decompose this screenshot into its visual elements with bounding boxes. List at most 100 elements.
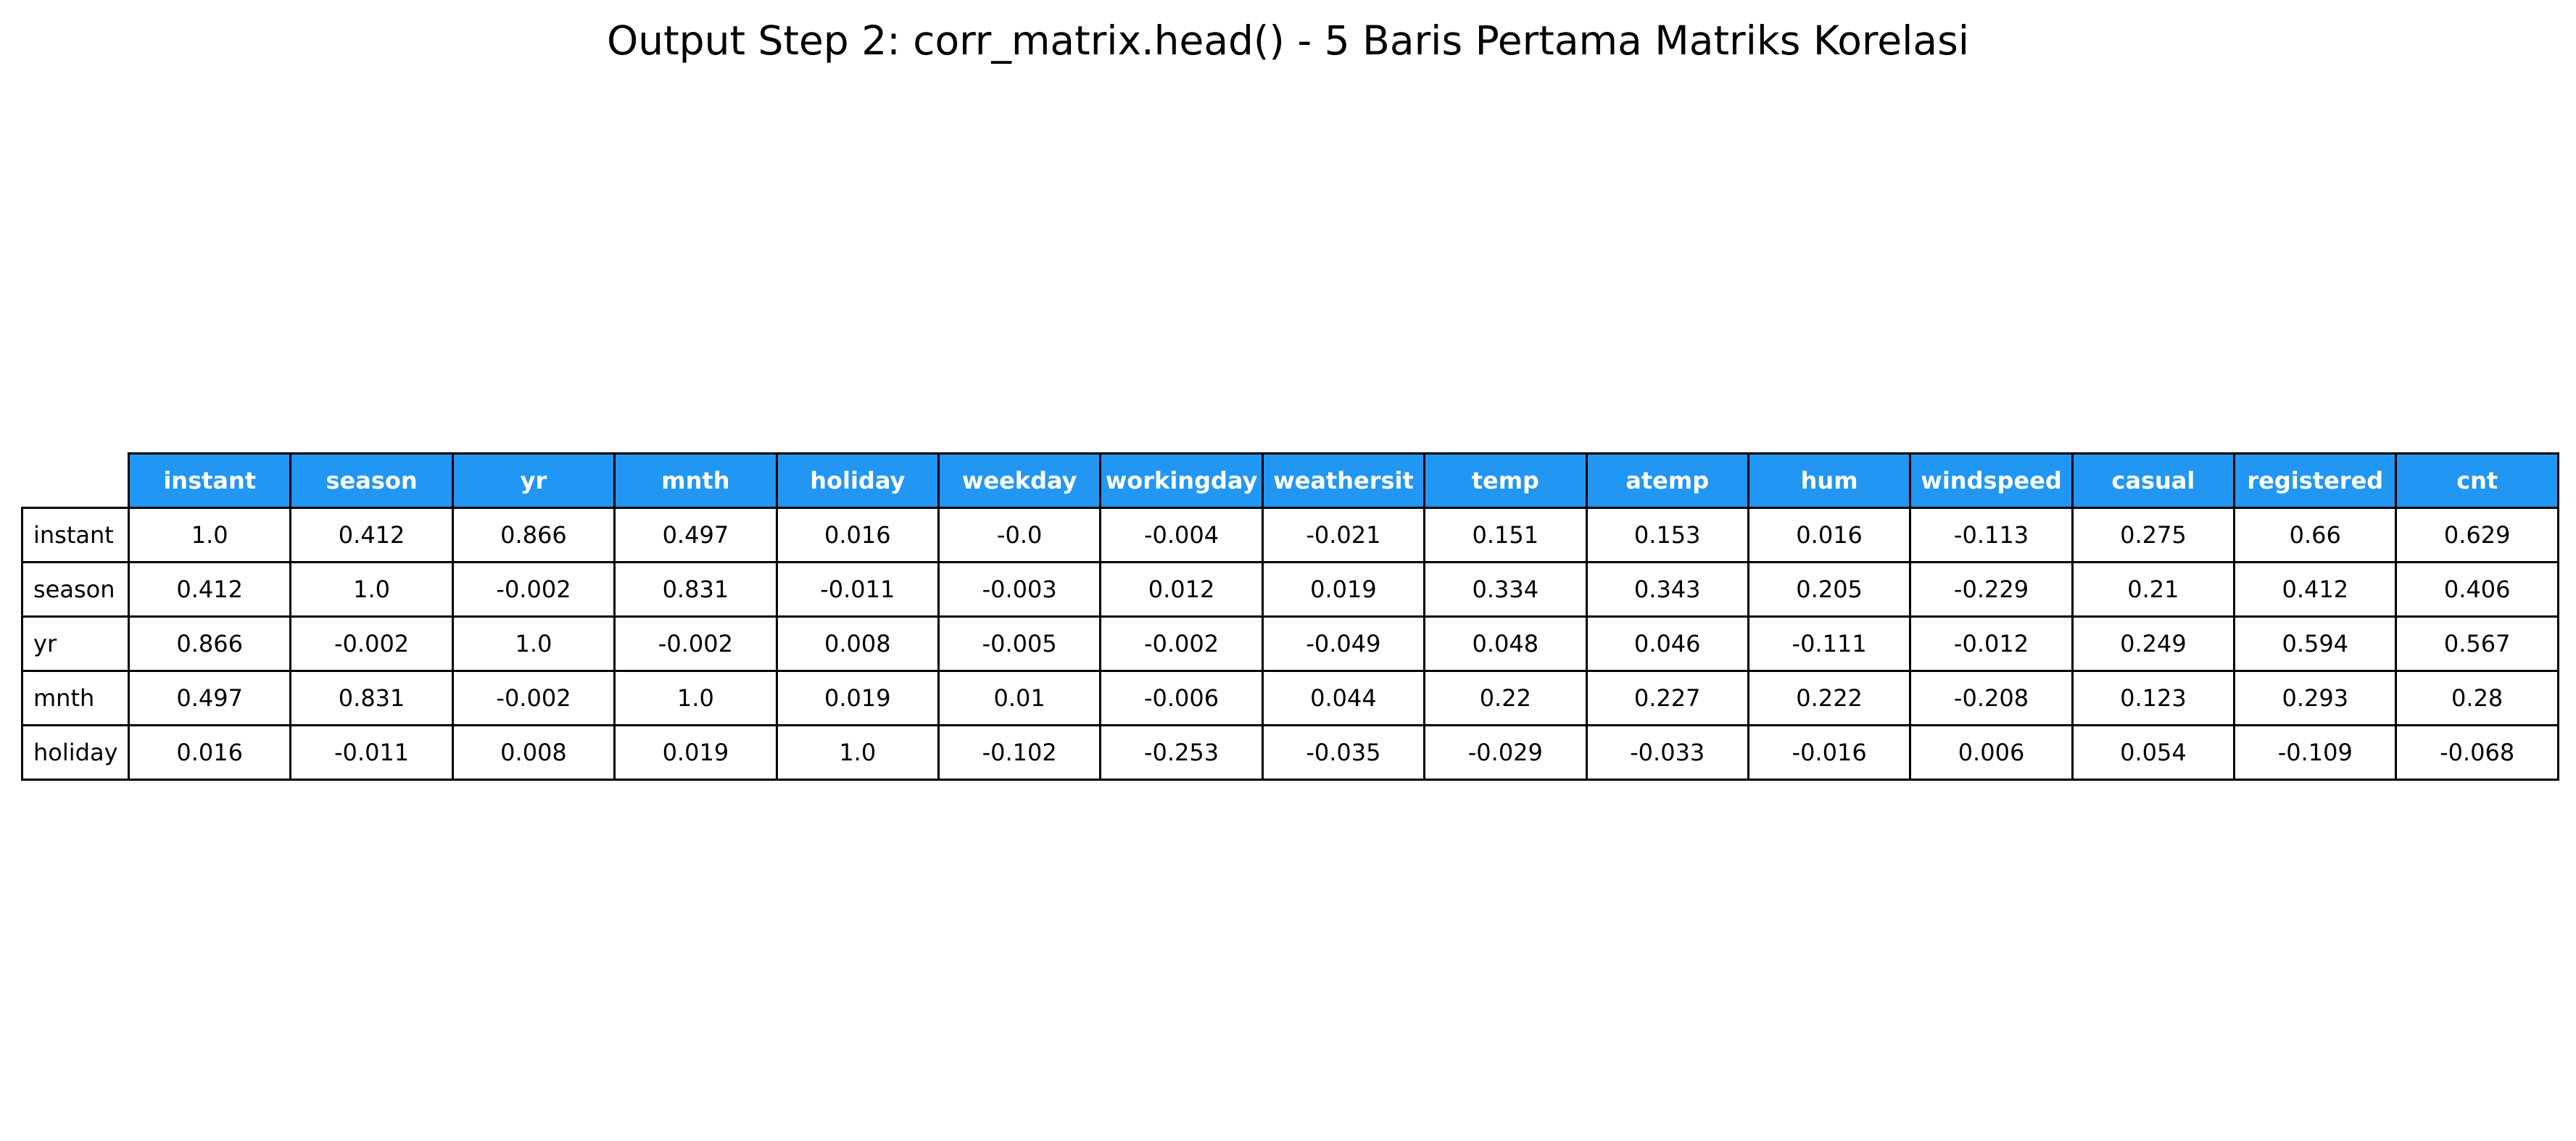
table-corner-cell bbox=[22, 454, 129, 508]
table-cell: 0.412 bbox=[127, 561, 292, 618]
table-cell: -0.002 bbox=[1099, 615, 1264, 672]
table-cell: 0.006 bbox=[1909, 724, 2074, 781]
table-cell: -0.011 bbox=[289, 724, 454, 781]
column-header-hum: hum bbox=[1747, 452, 1912, 509]
table-cell: 0.66 bbox=[2233, 507, 2398, 563]
column-header-yr: yr bbox=[451, 452, 616, 509]
table-row: yr 0.866 -0.002 1.0 -0.002 0.008 -0.005 -0.002-… bbox=[21, 615, 2559, 672]
table-cell: 0.831 bbox=[289, 670, 454, 726]
row-label-mnth: mnth bbox=[21, 670, 130, 726]
row-label-season: season bbox=[21, 561, 130, 618]
column-header-registered: registered bbox=[2233, 452, 2398, 509]
table-cell: 0.048 bbox=[1423, 615, 1588, 672]
table-cell: -0.012 bbox=[1909, 615, 2074, 672]
table-cell: 0.222 bbox=[1747, 670, 1912, 726]
column-header-mnth: mnth bbox=[613, 452, 778, 509]
table-cell: 0.227 bbox=[1585, 670, 1749, 726]
column-header-workingday: workingday bbox=[1099, 452, 1264, 509]
table-cell: -0.111 bbox=[1747, 615, 1912, 672]
table-cell: -0.003 bbox=[937, 561, 1102, 618]
table-cell: 0.412 bbox=[2233, 561, 2398, 618]
column-header-weekday: weekday bbox=[937, 452, 1102, 509]
table-cell: 0.22 bbox=[1423, 670, 1588, 726]
table-cell: 0.151 bbox=[1423, 507, 1588, 563]
table-cell: -0.109 bbox=[2233, 724, 2398, 781]
table-cell: 0.008 bbox=[451, 724, 616, 781]
table-cell: -0.021 bbox=[1261, 507, 1426, 563]
table-cell: -0.016 bbox=[1747, 724, 1912, 781]
column-header-casual: casual bbox=[2071, 452, 2236, 509]
table-cell: 0.046 bbox=[1585, 615, 1749, 672]
table-cell: -0.006 bbox=[1099, 670, 1264, 726]
table-cell: 0.21 bbox=[2071, 561, 2236, 618]
table-cell: -0.0 bbox=[937, 507, 1102, 563]
table-cell: 0.153 bbox=[1585, 507, 1749, 563]
column-header-season: season bbox=[289, 452, 454, 509]
table-cell: 0.334 bbox=[1423, 561, 1588, 618]
table-cell: 0.044 bbox=[1261, 670, 1426, 726]
table-cell: 1.0 bbox=[775, 724, 940, 781]
table-cell: 0.016 bbox=[127, 724, 292, 781]
table-cell: 0.016 bbox=[775, 507, 940, 563]
table-cell: -0.002 bbox=[451, 670, 616, 726]
table-cell: 0.293 bbox=[2233, 670, 2398, 726]
column-header-holiday: holiday bbox=[775, 452, 940, 509]
table-cell: 0.019 bbox=[613, 724, 778, 781]
table-cell: -0.113 bbox=[1909, 507, 2074, 563]
table-cell: 1.0 bbox=[451, 615, 616, 672]
row-label-holiday: holiday bbox=[21, 724, 130, 781]
table-cell: -0.253 bbox=[1099, 724, 1264, 781]
table-cell: 0.866 bbox=[451, 507, 616, 563]
table-cell: 0.497 bbox=[127, 670, 292, 726]
table-cell: 0.01 bbox=[937, 670, 1102, 726]
table-cell: 0.016 bbox=[1747, 507, 1912, 563]
row-label-instant: instant bbox=[21, 507, 130, 563]
table-cell: 0.497 bbox=[613, 507, 778, 563]
column-header-instant: instant bbox=[127, 452, 292, 509]
table-cell: -0.229 bbox=[1909, 561, 2074, 618]
table-cell: 0.629 bbox=[2395, 507, 2559, 563]
table-cell: 0.249 bbox=[2071, 615, 2236, 672]
table-cell: 1.0 bbox=[127, 507, 292, 563]
table-cell: -0.068 bbox=[2395, 724, 2559, 781]
column-header-weathersit: weathersit bbox=[1261, 452, 1426, 509]
column-header-temp: temp bbox=[1423, 452, 1588, 509]
table-cell: 1.0 bbox=[613, 670, 778, 726]
table-cell: 0.054 bbox=[2071, 724, 2236, 781]
table-body: instant 1.0 0.412 0.866 0.497 0.016 -0.0 -0.004… bbox=[21, 507, 2559, 781]
row-label-yr: yr bbox=[21, 615, 130, 672]
table-cell: 0.28 bbox=[2395, 670, 2559, 726]
table-cell: -0.005 bbox=[937, 615, 1102, 672]
correlation-table-container: instant season yr mnth holiday weekday working… bbox=[21, 452, 2559, 781]
chart-title: Output Step 2: corr_matrix.head() - 5 Ba… bbox=[606, 17, 1970, 64]
table-cell: 0.019 bbox=[1261, 561, 1426, 618]
table-cell: -0.002 bbox=[289, 615, 454, 672]
table-cell: -0.004 bbox=[1099, 507, 1264, 563]
table-cell: 0.343 bbox=[1585, 561, 1749, 618]
table-cell: 0.831 bbox=[613, 561, 778, 618]
table-cell: -0.011 bbox=[775, 561, 940, 618]
table-cell: 0.205 bbox=[1747, 561, 1912, 618]
table-cell: 0.567 bbox=[2395, 615, 2559, 672]
table-cell: -0.035 bbox=[1261, 724, 1426, 781]
column-header-cnt: cnt bbox=[2395, 452, 2559, 509]
table-cell: 0.412 bbox=[289, 507, 454, 563]
table-cell: 0.594 bbox=[2233, 615, 2398, 672]
table-cell: 0.008 bbox=[775, 615, 940, 672]
table-cell: -0.002 bbox=[613, 615, 778, 672]
table-cell: -0.208 bbox=[1909, 670, 2074, 726]
table-cell: -0.033 bbox=[1585, 724, 1749, 781]
column-header-atemp: atemp bbox=[1585, 452, 1749, 509]
table-row: instant 1.0 0.412 0.866 0.497 0.016 -0.0 -0.004… bbox=[21, 507, 2559, 563]
table-cell: -0.102 bbox=[937, 724, 1102, 781]
table-row: season 0.412 1.0 -0.002 0.831 -0.011 -0.003 0.0… bbox=[21, 561, 2559, 618]
correlation-matrix-table: instant season yr mnth holiday weekday working… bbox=[21, 452, 2559, 781]
table-cell: -0.002 bbox=[451, 561, 616, 618]
table-cell: 0.012 bbox=[1099, 561, 1264, 618]
table-cell: 0.019 bbox=[775, 670, 940, 726]
table-cell: 0.275 bbox=[2071, 507, 2236, 563]
column-header-windspeed: windspeed bbox=[1909, 452, 2074, 509]
table-cell: -0.029 bbox=[1423, 724, 1588, 781]
table-cell: -0.049 bbox=[1261, 615, 1426, 672]
table-cell: 0.123 bbox=[2071, 670, 2236, 726]
